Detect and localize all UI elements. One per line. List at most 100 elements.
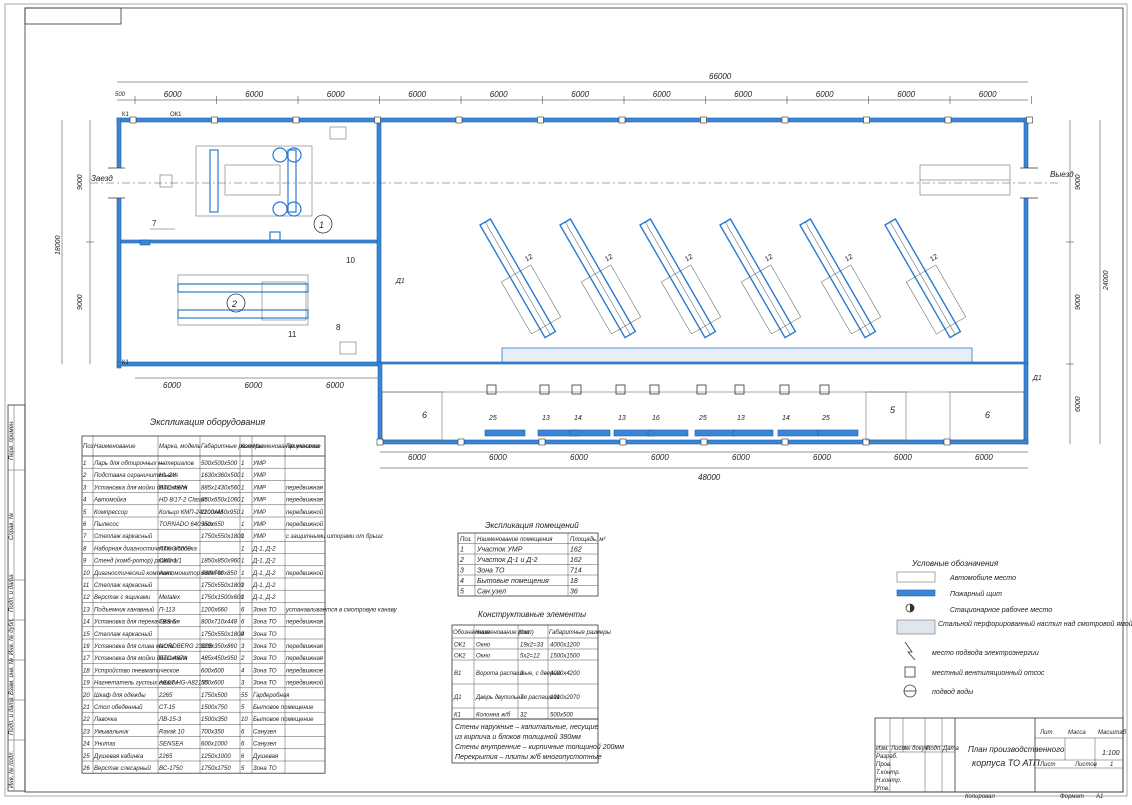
equipment-table-cell: 1100х450х950 [201,510,241,516]
service-item [571,384,582,395]
rooms-table-header: Поз. [460,537,472,543]
tb-podp: Подп. [926,746,942,752]
equipment-table-cell: передвижное [286,668,324,674]
column-k1-label: К1 [122,360,129,366]
equipment-table-cell: 2 [82,473,87,479]
window-ok1-label: ОК1 [170,112,182,118]
equipment-table-cell: УМР [252,534,266,540]
equip-7-label: 7 [152,219,157,228]
equipment-table-cell: 1 [241,583,244,589]
equipment-table-row: 25 Душевая кабинка 2265 1250х1000 6 Душевая [82,754,279,760]
equipment-table-cell: 1 [241,595,244,601]
equipment-table-cell: 26 [82,766,90,772]
equipment-table-cell: 15 [83,632,90,638]
equipment-table-row: 1 Ларь для обтирочных материалов— 500х500х… [83,461,266,467]
equipment-table-cell: 500х500х500 [201,461,238,467]
equipment-table-row: 8 Наборная диагностическая колонкаЛТК-3/5… [83,546,276,552]
elements-table-cell: Колонна ж/б [476,713,511,719]
equipment-table-cell: УМР [252,485,266,491]
dim-span-label: 6000 [490,90,508,99]
equipment-table-cell: СКО-1/1 [159,559,182,565]
equip-8-label: 8 [336,323,341,332]
equipment-table-cell: 8 [83,546,87,552]
equipment-table-cell: передвижной [286,570,324,577]
dim-span-label: 6000 [408,453,426,462]
tb-mass: Масса [1068,730,1086,736]
equipment-table-cell: Шкаф для одежды [94,693,146,699]
equipment-table-cell: 11 [83,583,89,589]
equipment-table-cell: Верстак с ящиками [94,595,151,601]
rooms-table-row: 1 Участок УМР 162 [460,547,582,554]
equipment-table-cell: 800х710х448 [201,620,238,626]
elements-table-row: ОК2 Окно 5х2=12 1500х1500 [454,654,580,660]
rooms-table-header: Наименование помещения [477,537,553,543]
rooms-table-cell: 162 [570,547,582,554]
equipment-table-cell: 2 [240,656,245,662]
equipment-table-cell: ЛТС-487А [158,485,187,491]
column [781,116,789,124]
equipment-table-cell: 1500х350 [201,717,228,723]
service-item-label: 13 [737,415,745,422]
equipment-table-cell: 12 [83,595,90,601]
service-item [539,384,550,395]
equipment-table-cell: Автомойка [93,497,127,504]
equip-12-label: 12 [844,253,854,263]
service-bench [732,429,774,437]
equipment-table-cell: УМР [252,498,266,504]
legend-item-6: подвод воды [932,688,974,696]
rooms-table-title: Экспликация помещений [485,521,579,530]
equipment-table-title: Экспликация оборудования [150,417,265,427]
stamp-podp-2: Подп. и дата [9,697,15,735]
legend-item-1: Пожарный щит [950,590,1002,598]
stamp-vzam: Взам. инв. № [8,657,15,695]
column [700,438,708,446]
dim-right-lower: 6000 [1075,396,1082,412]
side-stamp: Перв. примен. Справ. № Подп. и дата Инв.… [7,404,26,792]
equipment-table-cell: HL-2Y [159,473,177,479]
dim-span-label: 6000 [163,381,181,390]
equipment-table-cell: 25 [82,754,90,760]
zone-umr: 1 7 [139,126,347,246]
service-item [649,384,660,395]
equipment-table-cell: Зона ТО [253,681,277,687]
column [944,116,952,124]
equipment-table-cell: УМР [252,473,266,479]
equipment-table-row: 7 Стеллаж каркасный 1750х550х18001 УМР с защ… [83,533,383,540]
equipment-table-cell: 2265 [158,754,173,760]
equipment-table-cell: Д-1, Д-2 [252,595,276,601]
tb-title-line1: План производственного [968,745,1065,754]
equipment-table-row: 19 Нагнетатель густых смазокAE&T HG-A8213… [83,680,324,687]
equipment-table-row: 13 Подъемник канавный П-113 1200х660 6 Зона Т… [83,606,398,613]
dim-span-label: 6000 [897,90,915,99]
column [537,116,544,124]
equipment-table-cell: 2265 [158,693,173,699]
tb-copied: Копировал [965,794,995,800]
equipment-table-cell: Гардеробная [253,693,290,699]
equipment-table-cell: 1 [241,473,244,479]
dim-span-label: 6000 [489,453,507,462]
wall-partition [376,121,382,363]
tb-sheets-count: 1 [1110,762,1113,768]
service-item-label: 25 [488,415,497,422]
elements-table-cell: 32 [520,713,527,719]
rooms-table-cell: 2 [459,557,464,564]
legend-grating-icon [896,619,936,635]
service-bench [569,429,611,437]
equipment-table-cell: 1 [241,498,244,504]
rooms-table-cell: 36 [570,589,578,596]
tb-format: Формат [1060,794,1084,800]
equipment-table-cell: Стеллаж каркасный [94,582,153,589]
wall-partition-horizontal [120,239,378,244]
equipment-table-row: 24 Унитаз SENSEA 600х1000 6 Санузел [82,742,277,748]
tb-scale: 1:100 [1102,750,1120,757]
equipment-table-cell: 3 [241,644,245,650]
room-number-6-left: 6 [422,410,427,420]
elements-table-cell: 4000х4200 [550,671,580,677]
equipment-table-cell: Санузел [253,729,277,735]
elements-table-cell: Д1 [453,695,462,701]
equipment-table-cell: Стол обеденный [94,704,143,711]
equipment-table-cell: TBS-5 [159,620,177,626]
equipment-table-cell: Зона ТО [253,607,277,613]
tb-sheets: Листов [1074,762,1097,768]
stamp-inv-dubl: Инв. № дубл. [8,618,15,655]
